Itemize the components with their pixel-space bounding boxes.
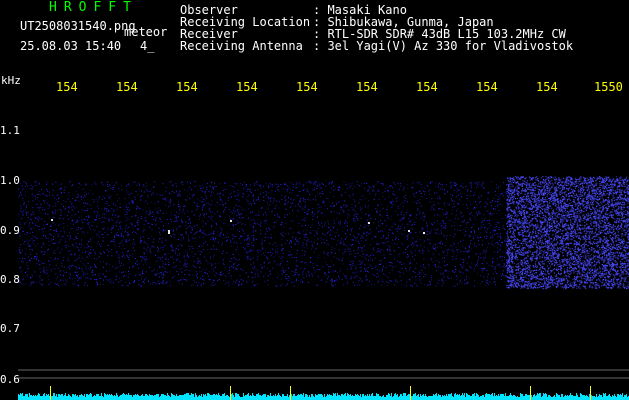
frequency-tick-label: 1.0 <box>0 174 20 187</box>
time-tick-label: 154 <box>416 80 438 94</box>
mode-label: meteor <box>124 25 168 39</box>
frequency-tick-label: 0.9 <box>0 224 20 237</box>
frequency-tick-label: 0.7 <box>0 322 20 335</box>
spectrogram-plot <box>18 96 629 400</box>
frequency-tick-label: 1.1 <box>0 124 20 137</box>
time-tick-label: 154 <box>356 80 378 94</box>
frequency-tick-label: 0.6 <box>0 373 20 386</box>
count-label: 4_ <box>140 39 155 53</box>
time-tick-label: 154 <box>56 80 78 94</box>
time-tick-label: 154 <box>116 80 138 94</box>
time-tick-label: 154 <box>296 80 318 94</box>
antenna-value: : 3el Yagi(V) Az 330 for Vladivostok <box>313 39 574 53</box>
time-tick-label: 154 <box>536 80 558 94</box>
antenna-label: Receiving Antenna <box>180 39 303 53</box>
spectrogram-canvas <box>18 176 629 400</box>
frequency-unit-label: kHz <box>1 74 21 87</box>
frequency-tick-label: 0.8 <box>0 273 20 286</box>
time-tick-label: 154 <box>176 80 198 94</box>
brand-title: HROFFT <box>49 0 138 15</box>
capture-datetime: 25.08.03 15:40 <box>20 39 122 53</box>
time-tick-label: 154 <box>236 80 258 94</box>
noise-band <box>18 176 629 290</box>
signal-baseline <box>18 393 629 400</box>
meteor-echoes <box>51 219 425 234</box>
file-name: UT2508031540.png <box>20 19 136 33</box>
time-tick-label: 1550 <box>594 80 623 94</box>
time-tick-label: 154 <box>476 80 498 94</box>
